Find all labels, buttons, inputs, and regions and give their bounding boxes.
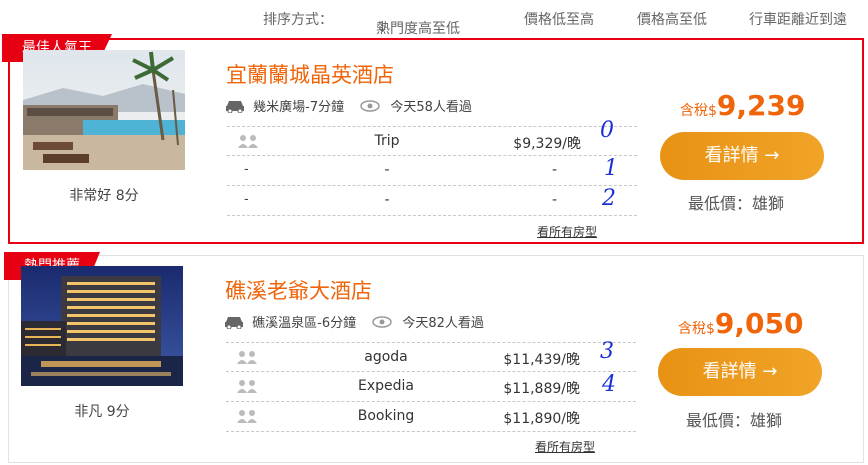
hotel-location: 幾米廣場-7分鐘 bbox=[253, 100, 345, 115]
offer-list: Trip $9,329/晚 - - - - - - bbox=[227, 126, 637, 216]
price-with-tax: 含稅$9,050 bbox=[678, 307, 804, 340]
offer-row[interactable]: Booking $11,890/晚 bbox=[226, 402, 636, 432]
offer-site: Expedia bbox=[358, 378, 414, 394]
offer-site: agoda bbox=[364, 349, 408, 365]
hotel-name[interactable]: 礁溪老爺大酒店 bbox=[225, 275, 372, 305]
annotation-4: 4 bbox=[602, 372, 616, 397]
view-all-rooms-link[interactable]: 看所有房型 bbox=[535, 438, 840, 455]
guests-icon bbox=[237, 410, 257, 423]
annotation-2: 2 bbox=[602, 186, 616, 211]
offer-placeholder: - bbox=[244, 162, 249, 177]
hotel-views: 今天58人看過 bbox=[390, 100, 472, 115]
offer-price: - bbox=[551, 192, 557, 208]
offer-placeholder: - bbox=[244, 192, 249, 207]
hotel-meta: 幾米廣場-7分鐘 今天58人看過 bbox=[225, 96, 472, 116]
hotel-location: 礁溪溫泉區-6分鐘 bbox=[252, 316, 357, 331]
offer-row[interactable]: Trip $9,329/晚 bbox=[227, 126, 637, 156]
sort-price-asc[interactable]: 價格低至高 bbox=[524, 9, 594, 29]
car-icon bbox=[226, 100, 244, 113]
lowest-price-source: 最低價：雄獅 bbox=[686, 411, 783, 430]
offer-row[interactable]: Expedia $11,889/晚 bbox=[226, 372, 636, 402]
eye-icon bbox=[372, 315, 392, 328]
offer-row: - - - bbox=[227, 156, 637, 186]
offer-price: $11,439/晚 bbox=[503, 352, 580, 368]
hotel-rating: 非常好 8分 bbox=[69, 188, 139, 204]
offer-price: - bbox=[551, 162, 557, 178]
offer-price: $11,889/晚 bbox=[503, 381, 580, 397]
annotation-1: 1 bbox=[604, 156, 618, 181]
view-details-button[interactable]: 看詳情 → bbox=[660, 132, 824, 180]
offer-site: Booking bbox=[357, 408, 415, 424]
annotation-0: 0 bbox=[600, 118, 614, 143]
hotel-views: 今天82人看過 bbox=[402, 316, 484, 331]
offer-price: $11,890/晚 bbox=[503, 411, 580, 427]
offer-site: - bbox=[384, 192, 390, 208]
hotel-name[interactable]: 宜蘭蘭城晶英酒店 bbox=[226, 59, 394, 89]
offer-row: - - - bbox=[227, 186, 637, 216]
offer-site: Trip bbox=[374, 133, 400, 149]
offer-site: - bbox=[384, 162, 390, 178]
lowest-price-source: 最低價：雄獅 bbox=[688, 194, 785, 213]
eye-icon bbox=[360, 99, 380, 112]
guests-icon bbox=[237, 380, 257, 393]
hotel-photo[interactable] bbox=[23, 50, 185, 170]
view-details-button[interactable]: 看詳情 → bbox=[658, 348, 822, 396]
hotel-photo[interactable] bbox=[21, 266, 183, 386]
car-icon bbox=[225, 316, 243, 329]
offer-price: $9,329/晚 bbox=[513, 136, 581, 152]
offer-row[interactable]: agoda $11,439/晚 bbox=[226, 342, 636, 372]
hotel-meta: 礁溪溫泉區-6分鐘 今天82人看過 bbox=[224, 312, 484, 332]
sort-label: 排序方式： bbox=[263, 12, 333, 28]
price-with-tax: 含稅$9,239 bbox=[680, 89, 806, 122]
view-all-rooms-link[interactable]: 看所有房型 bbox=[537, 223, 839, 240]
sort-bar: 排序方式： ↓ 熱門度高至低 價格低至高 價格高至低 行車距離近到遠 bbox=[0, 0, 868, 37]
sort-price-desc[interactable]: 價格高至低 bbox=[637, 9, 707, 29]
offer-list: agoda $11,439/晚 Expedia $11,889/晚 Bookin… bbox=[226, 342, 636, 432]
guests-icon bbox=[237, 351, 257, 364]
sort-distance-asc[interactable]: 行車距離近到遠 bbox=[749, 9, 847, 29]
hotel-rating: 非凡 9分 bbox=[74, 404, 130, 420]
hotel-card: 熱門推薦 非凡 9分 礁溪老爺大酒店 礁溪溫泉區-6分鐘 今天82人看過 ag bbox=[4, 252, 864, 463]
guests-icon bbox=[238, 135, 258, 148]
hotel-card: 最佳人氣王 非常好 8分 宜蘭蘭城晶英酒店 幾米廣場-7分鐘 今天58人看過 T… bbox=[2, 34, 864, 244]
annotation-3: 3 bbox=[600, 339, 614, 364]
